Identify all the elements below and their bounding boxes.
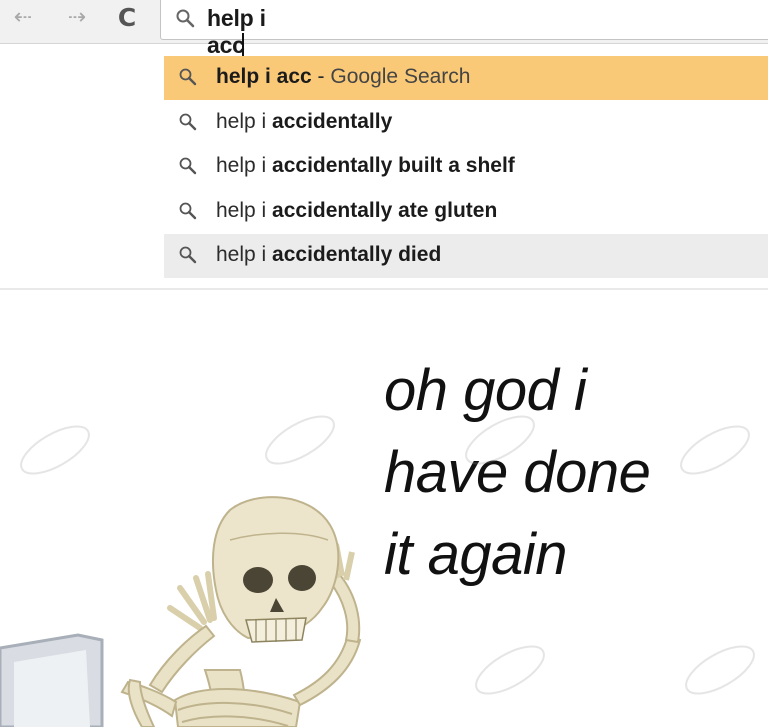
suggestion-item[interactable]: help i accidentally built a shelf [164,145,768,189]
browser-toolbar: ⇠ ⇢ C help i acc [0,0,768,58]
search-icon [179,68,197,86]
address-bar-input[interactable]: help i acc [207,5,309,59]
suggestion-item[interactable]: help i acc - Google Search [164,56,768,100]
suggestion-item[interactable]: help i accidentally [164,101,768,145]
suggestion-prefix: help i [216,154,273,177]
back-arrow-icon[interactable]: ⇠ [10,4,36,30]
suggestion-completion: accidentally ate gluten [272,199,498,222]
search-icon [179,202,197,220]
skeleton-illustration [0,496,362,727]
suggestion-completion: accidentally built a shelf [272,154,515,177]
search-icon [179,113,197,131]
suggestion-prefix: help i [216,199,273,222]
text-caret [241,33,244,57]
search-icon [179,157,197,175]
search-icon [176,9,195,28]
reload-icon[interactable]: C [114,3,140,32]
forward-arrow-icon[interactable]: ⇢ [64,4,90,30]
suggestion-prefix: help i [216,243,273,266]
laptop-icon [0,633,104,727]
address-bar[interactable]: help i acc [160,0,768,58]
suggestion-separator: - [311,65,331,88]
search-engine-label: Google Search [330,65,471,88]
autocomplete-dropdown: help i acc - Google Search help i accide… [160,56,768,284]
suggestion-item[interactable]: help i accidentally ate gluten [164,190,768,234]
skull-icon [211,496,340,643]
suggestion-item[interactable]: help i accidentally died [164,234,768,278]
search-icon [179,246,197,264]
suggestion-text: help i acc [216,65,312,88]
suggestion-completion: accidentally [272,110,393,133]
suggestion-completion: accidentally died [272,243,442,266]
suggestion-prefix: help i [216,110,273,133]
